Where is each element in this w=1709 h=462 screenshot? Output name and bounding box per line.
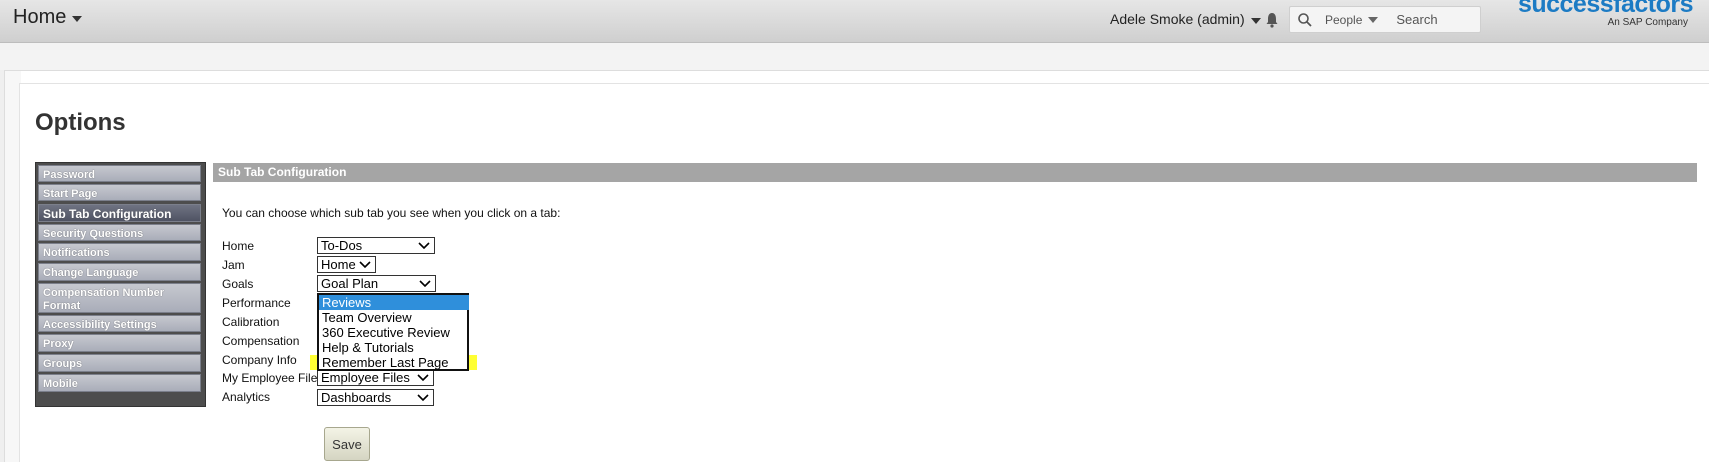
- nav-item-security-questions[interactable]: Security Questions: [38, 224, 201, 241]
- top-header: Home Adele Smoke (admin) People successf…: [0, 0, 1709, 43]
- row-label-company-info: Company Info: [222, 353, 297, 367]
- user-menu[interactable]: Adele Smoke (admin): [1110, 11, 1261, 27]
- chevron-down-icon: [72, 16, 83, 22]
- nav-item-proxy[interactable]: Proxy: [38, 334, 201, 352]
- nav-item-notifications[interactable]: Notifications: [38, 243, 201, 261]
- search-scope-label: People: [1325, 12, 1363, 27]
- chevron-down-icon: [1250, 17, 1261, 24]
- user-name: Adele Smoke (admin): [1110, 11, 1245, 27]
- logo-subtext: An SAP Company: [1607, 17, 1688, 28]
- nav-item-accessibility-settings[interactable]: Accessibility Settings: [38, 315, 201, 332]
- dropdown-option-360-executive-review[interactable]: 360 Executive Review: [319, 325, 453, 340]
- content-panel: [19, 83, 1709, 462]
- select-value: Dashboards: [321, 390, 392, 405]
- toolbar-band: [0, 43, 1709, 70]
- select-value: Goal Plan: [321, 276, 379, 291]
- performance-subtab-dropdown[interactable]: Reviews Team Overview 360 Executive Revi…: [317, 293, 469, 371]
- chevron-down-icon: [417, 374, 429, 382]
- options-nav: Password Start Page Sub Tab Configuratio…: [35, 162, 206, 407]
- search-scope-select[interactable]: People: [1325, 12, 1379, 27]
- row-label-analytics: Analytics: [222, 390, 271, 404]
- successfactors-logo: successfactors An SAP Company: [1515, 0, 1705, 30]
- home-menu[interactable]: Home: [13, 6, 83, 29]
- nav-item-start-page[interactable]: Start Page: [38, 184, 201, 201]
- intro-text: You can choose which sub tab you see whe…: [222, 206, 561, 220]
- dropdown-option-team-overview[interactable]: Team Overview: [319, 310, 415, 325]
- dropdown-option-help-tutorials[interactable]: Help & Tutorials: [319, 340, 417, 355]
- search-input[interactable]: [1394, 11, 1479, 28]
- select-value: Employee Files: [321, 370, 410, 385]
- dropdown-option-remember-last-page[interactable]: Remember Last Page: [319, 355, 451, 370]
- select-value: To-Dos: [321, 238, 363, 253]
- nav-item-groups[interactable]: Groups: [38, 354, 201, 372]
- chevron-down-icon: [417, 394, 429, 402]
- search-icon[interactable]: [1297, 12, 1313, 28]
- save-button[interactable]: Save: [324, 427, 370, 461]
- nav-item-change-language[interactable]: Change Language: [38, 263, 201, 281]
- home-subtab-select[interactable]: To-Dos: [317, 237, 435, 254]
- panel-header: Sub Tab Configuration: [213, 163, 1697, 182]
- page-title: Options: [35, 109, 126, 136]
- nav-item-compensation-number-format[interactable]: Compensation Number Format: [38, 283, 201, 313]
- nav-item-password[interactable]: Password: [38, 165, 201, 182]
- row-label-compensation: Compensation: [222, 334, 300, 348]
- nav-item-mobile[interactable]: Mobile: [38, 374, 201, 392]
- chevron-down-icon: [419, 280, 431, 288]
- jam-subtab-select[interactable]: Home: [317, 256, 376, 273]
- row-label-my-employee-file: My Employee File: [222, 371, 318, 385]
- chevron-down-icon: [359, 261, 371, 269]
- analytics-subtab-select[interactable]: Dashboards: [317, 389, 434, 406]
- bell-icon[interactable]: [1265, 12, 1279, 28]
- chevron-down-icon: [1368, 17, 1379, 23]
- chevron-down-icon: [418, 242, 430, 250]
- nav-item-sub-tab-configuration[interactable]: Sub Tab Configuration: [38, 204, 201, 222]
- select-value: Home: [321, 257, 356, 272]
- row-label-goals: Goals: [222, 277, 254, 291]
- row-label-performance: Performance: [222, 296, 291, 310]
- row-label-jam: Jam: [222, 258, 245, 272]
- row-label-home: Home: [222, 239, 255, 253]
- row-label-calibration: Calibration: [222, 315, 280, 329]
- home-menu-label: Home: [13, 6, 67, 28]
- search-box: People: [1289, 6, 1481, 33]
- goals-subtab-select[interactable]: Goal Plan: [317, 275, 436, 292]
- dropdown-option-reviews[interactable]: Reviews: [319, 295, 469, 310]
- employee-file-subtab-select[interactable]: Employee Files: [317, 369, 434, 386]
